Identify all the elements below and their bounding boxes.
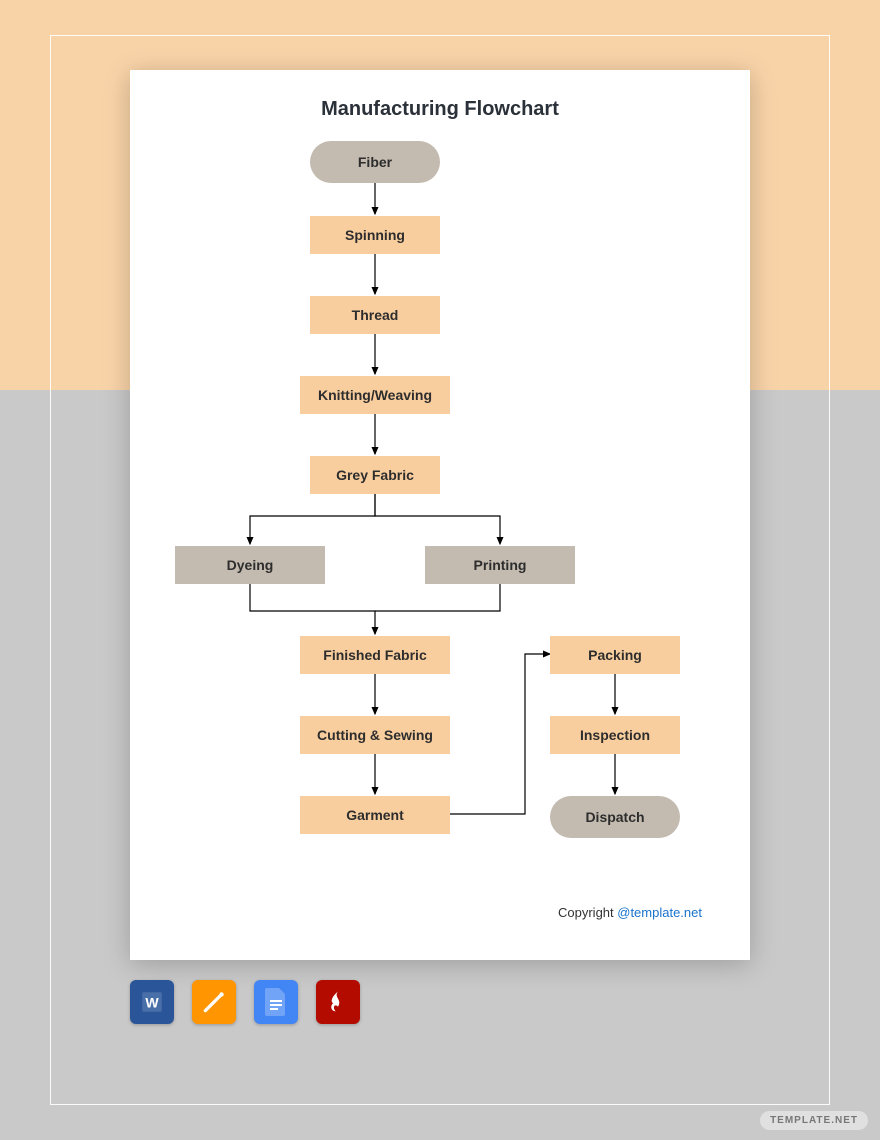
- node-packing: Packing: [550, 636, 680, 674]
- copyright-line: Copyright @template.net: [558, 905, 702, 920]
- google-docs-icon[interactable]: [254, 980, 298, 1024]
- node-dispatch: Dispatch: [550, 796, 680, 838]
- node-inspection: Inspection: [550, 716, 680, 754]
- node-spinning: Spinning: [310, 216, 440, 254]
- node-printing: Printing: [425, 546, 575, 584]
- pdf-icon[interactable]: [316, 980, 360, 1024]
- node-dyeing: Dyeing: [175, 546, 325, 584]
- node-thread: Thread: [310, 296, 440, 334]
- pages-icon[interactable]: [192, 980, 236, 1024]
- page-title: Manufacturing Flowchart: [130, 98, 750, 121]
- format-icons-row: W: [130, 980, 360, 1024]
- word-icon[interactable]: W: [130, 980, 174, 1024]
- copyright-link[interactable]: @template.net: [617, 905, 702, 920]
- copyright-prefix: Copyright: [558, 905, 617, 920]
- node-garment: Garment: [300, 796, 450, 834]
- node-cutting-sewing: Cutting & Sewing: [300, 716, 450, 754]
- node-finished-fabric: Finished Fabric: [300, 636, 450, 674]
- node-fiber: Fiber: [310, 141, 440, 183]
- node-grey-fabric: Grey Fabric: [310, 456, 440, 494]
- svg-text:W: W: [145, 994, 159, 1010]
- document-page: Manufacturing Flowchart: [130, 70, 750, 960]
- flowchart-canvas: Fiber Spinning Thread Knitting/Weaving G…: [130, 121, 750, 931]
- node-knitting-weaving: Knitting/Weaving: [300, 376, 450, 414]
- watermark-badge: TEMPLATE.NET: [760, 1111, 868, 1130]
